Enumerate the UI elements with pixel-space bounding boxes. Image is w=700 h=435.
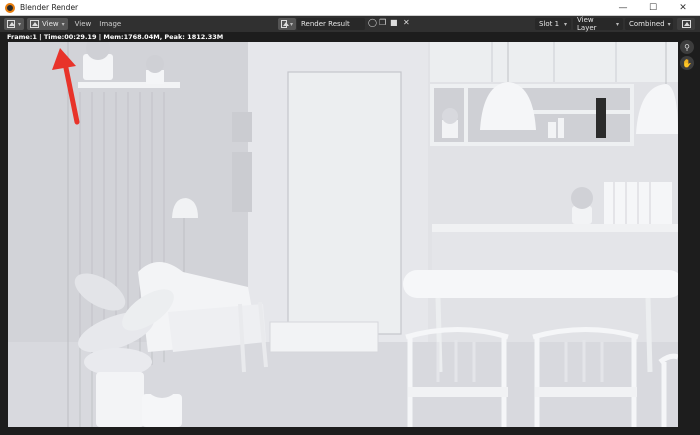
unlink-icon[interactable]: ✕: [403, 18, 410, 27]
browse-image-button[interactable]: ▾: [278, 18, 296, 30]
minimize-icon[interactable]: —: [608, 0, 638, 16]
render-pass-dropdown[interactable]: Combined ▾: [625, 18, 673, 30]
chevron-down-icon: ▾: [17, 20, 21, 28]
render-stats: Frame:1 | Time:00:29.19 | Mem:1768.04M, …: [7, 33, 224, 41]
window-titlebar: Blender Render — ☐ ✕: [0, 0, 700, 16]
view-mode-label: View: [42, 20, 59, 28]
slot-label: Slot 1: [539, 20, 560, 28]
chevron-down-icon: ▾: [563, 20, 567, 28]
view-layer-label: View Layer: [577, 16, 597, 32]
view-layer-dropdown[interactable]: View Layer ▾: [573, 16, 623, 32]
editor-type-button[interactable]: ▾: [4, 18, 24, 30]
render-scene: [8, 42, 678, 427]
close-window-icon[interactable]: ✕: [668, 0, 698, 16]
open-folder-icon[interactable]: ■: [390, 18, 398, 27]
chevron-down-icon: ▾: [615, 20, 619, 28]
display-channels-button[interactable]: [677, 18, 695, 30]
slot-dropdown[interactable]: Slot 1 ▾: [535, 18, 571, 30]
chevron-down-icon: ▾: [289, 20, 293, 28]
window-title: Blender Render: [20, 3, 79, 12]
image-name-field[interactable]: Render Result: [297, 18, 365, 30]
image-name: Render Result: [301, 20, 350, 28]
chevron-down-icon: ▾: [667, 20, 671, 28]
render-pass-label: Combined: [629, 20, 665, 28]
chevron-down-icon: ▾: [61, 20, 65, 28]
image-icon: [281, 20, 289, 28]
pan-view-icon[interactable]: ✋: [680, 56, 694, 70]
view-icon: [30, 20, 39, 28]
render-info-bar: Frame:1 | Time:00:29.19 | Mem:1768.04M, …: [0, 32, 700, 42]
image-editor-icon: [7, 20, 15, 28]
render-result-image: [8, 42, 678, 427]
image-viewport[interactable]: ⚲ ✋: [0, 40, 700, 435]
maximize-icon[interactable]: ☐: [638, 0, 668, 16]
duplicate-icon[interactable]: ❐: [379, 18, 386, 27]
image-editor-header: ▾ View ▾ View Image ▾ Render Result ◯ ❐ …: [0, 16, 700, 32]
menu-image[interactable]: Image: [95, 20, 125, 28]
blender-logo-icon: [5, 2, 15, 13]
zoom-view-icon[interactable]: ⚲: [680, 40, 694, 54]
view-mode-dropdown[interactable]: View ▾: [27, 18, 68, 30]
menu-view[interactable]: View: [71, 20, 96, 28]
image-editor-icon: [681, 20, 691, 28]
shield-icon[interactable]: ◯: [368, 18, 377, 27]
